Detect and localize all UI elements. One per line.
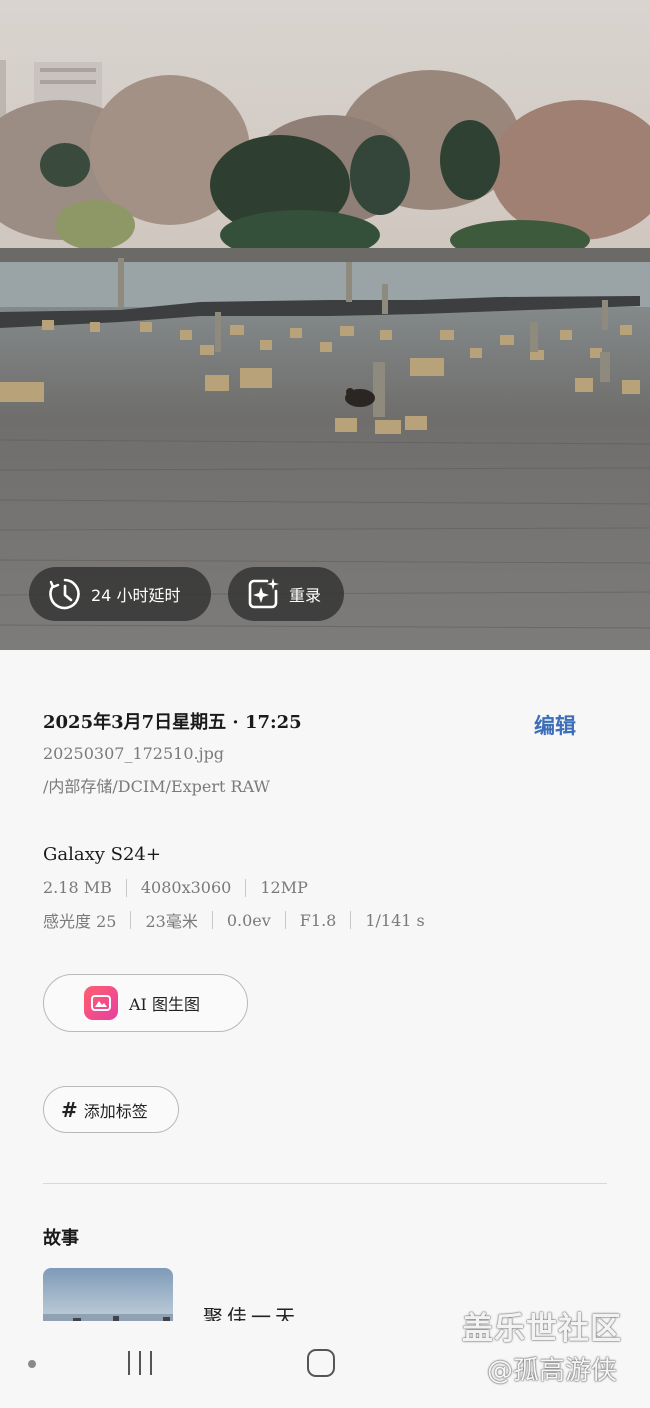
add-tag-button[interactable]: # 添加标签: [43, 1086, 179, 1133]
ai-button-label: AI 图生图: [129, 995, 200, 1014]
story-title: 聚佳一天: [203, 1305, 299, 1321]
focal-length: 23毫米: [145, 912, 198, 931]
shutter-speed: 1/141 s: [365, 910, 425, 930]
divider: [125, 878, 127, 897]
details-panel: 2025年3月7日星期五 · 17:25 编辑 20250307_172510.…: [0, 650, 650, 1408]
rerecord-label: 重录: [289, 586, 322, 605]
home-button[interactable]: [307, 1349, 335, 1377]
ai-gallery-icon: [84, 986, 118, 1020]
capture-datetime: 2025年3月7日星期五 · 17:25: [43, 712, 302, 733]
photo-preview[interactable]: 24 小时延时 重录: [0, 0, 650, 650]
file-path: /内部存储/DCIM/Expert RAW: [43, 777, 270, 796]
timer-icon: [49, 578, 80, 610]
divider: [284, 911, 286, 929]
divider: [245, 878, 247, 897]
stories-heading: 故事: [43, 1228, 79, 1249]
timelapse-24h-button[interactable]: 24 小时延时: [29, 567, 211, 621]
author-watermark: @孤高游侠: [487, 1356, 618, 1386]
divider: [350, 911, 352, 929]
resolution: 4080x3060: [140, 878, 232, 897]
hashtag-icon: #: [61, 1097, 78, 1122]
file-specs-row: 2.18 MB 4080x3060 12MP: [43, 878, 308, 897]
megapixels: 12MP: [260, 878, 308, 897]
ai-image-to-image-button[interactable]: AI 图生图: [43, 974, 248, 1032]
file-name: 20250307_172510.jpg: [43, 744, 225, 763]
sparkle-frame-icon: [248, 578, 279, 609]
community-watermark: 盖乐世社区: [462, 1311, 622, 1347]
camera-specs-row: 感光度 25 23毫米 0.0ev F1.8 1/141 s: [43, 908, 425, 932]
recents-button[interactable]: [126, 1349, 154, 1377]
exposure-value: 0.0ev: [226, 910, 271, 930]
divider: [130, 911, 132, 929]
device-name: Galaxy S24+: [43, 844, 161, 865]
edit-button[interactable]: 编辑: [534, 710, 576, 740]
divider: [211, 911, 213, 929]
lake-photo: [0, 0, 650, 650]
file-size: 2.18 MB: [43, 878, 112, 897]
add-tag-label: 添加标签: [83, 1101, 148, 1121]
rerecord-button[interactable]: 重录: [228, 567, 344, 621]
story-thumbnail: [43, 1268, 173, 1321]
aperture: F1.8: [299, 910, 337, 930]
iso-value: 感光度 25: [43, 912, 117, 931]
timelapse-label: 24 小时延时: [91, 586, 181, 605]
keyboard-dot-icon: [28, 1360, 36, 1368]
section-divider: [43, 1183, 607, 1184]
